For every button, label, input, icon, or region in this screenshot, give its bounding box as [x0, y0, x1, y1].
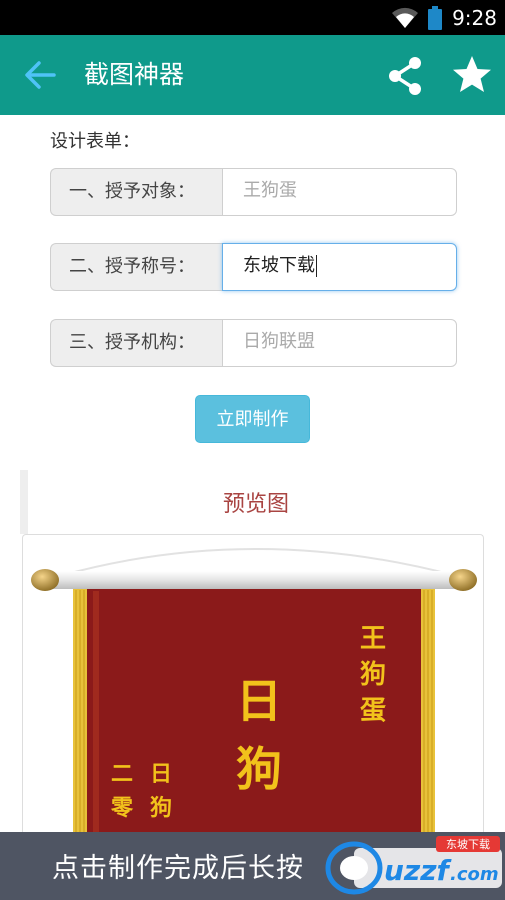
banner-org-char-0: 日 — [150, 761, 172, 787]
uzzf-logo: 东坡下载 uzzf .com — [325, 836, 502, 895]
honor-title-value: 东坡下载 — [243, 255, 315, 276]
preview-title: 预览图 — [222, 492, 289, 517]
form-heading: 设计表单： — [50, 131, 140, 152]
honor-title-label: 二、授予称号： — [50, 243, 223, 291]
organization-input[interactable]: 日狗联盟 — [222, 319, 457, 367]
make-now-button[interactable]: 立即制作 — [195, 395, 310, 443]
banner-org-char-1: 狗 — [150, 795, 172, 821]
honor-title-input[interactable]: 东坡下载 — [222, 243, 457, 291]
status-bar: 9:28 — [0, 0, 505, 35]
banner-date-char-1: 零 — [110, 795, 134, 821]
banner-recipient-char-0: 王 — [360, 624, 386, 654]
bottom-banner-message: 点击制作完成后长按 — [52, 853, 304, 884]
preview-header: 预览图 — [20, 470, 486, 534]
banner-recipient-char-1: 狗 — [360, 660, 386, 690]
star-icon[interactable] — [450, 53, 494, 97]
recipient-input[interactable]: 王狗蛋 — [222, 168, 457, 216]
preview-image[interactable]: 王 狗 蛋 日 狗 日 狗 二 零 — [22, 534, 484, 834]
banner-date-char-0: 二 — [111, 761, 133, 787]
organization-label: 三、授予机构： — [50, 319, 223, 367]
uzzf-logo-tld: .com — [450, 864, 499, 885]
pennant-banner-image: 王 狗 蛋 日 狗 日 狗 二 零 — [31, 548, 477, 834]
battery-icon — [428, 5, 443, 30]
status-time: 9:28 — [452, 5, 497, 30]
app-title: 截图神器 — [84, 60, 185, 89]
recipient-row: 一、授予对象： 王狗蛋 — [50, 168, 457, 216]
banner-title-char-1: 狗 — [236, 742, 282, 796]
uzzf-badge-text: 东坡下载 — [446, 838, 490, 851]
text-caret — [316, 255, 317, 277]
status-bar-right: 9:28 — [392, 0, 497, 35]
right-knob — [449, 569, 477, 591]
organization-row: 三、授予机构： 日狗联盟 — [50, 319, 457, 367]
wifi-icon — [392, 7, 419, 28]
app-bar: 截图神器 — [0, 35, 505, 115]
banner-recipient-char-2: 蛋 — [360, 696, 386, 726]
banner-rod — [47, 571, 461, 589]
recipient-label: 一、授予对象： — [50, 168, 223, 216]
bottom-banner: 点击制作完成后长按 东坡下载 uzzf .com — [0, 832, 505, 900]
share-icon[interactable] — [384, 55, 426, 97]
banner-title-char-0: 日 — [236, 674, 282, 728]
left-knob — [31, 569, 59, 591]
uzzf-logo-text: uzzf — [384, 854, 453, 887]
honor-title-row: 二、授予称号： 东坡下载 — [50, 243, 457, 291]
arrow-left-icon[interactable] — [22, 57, 62, 93]
